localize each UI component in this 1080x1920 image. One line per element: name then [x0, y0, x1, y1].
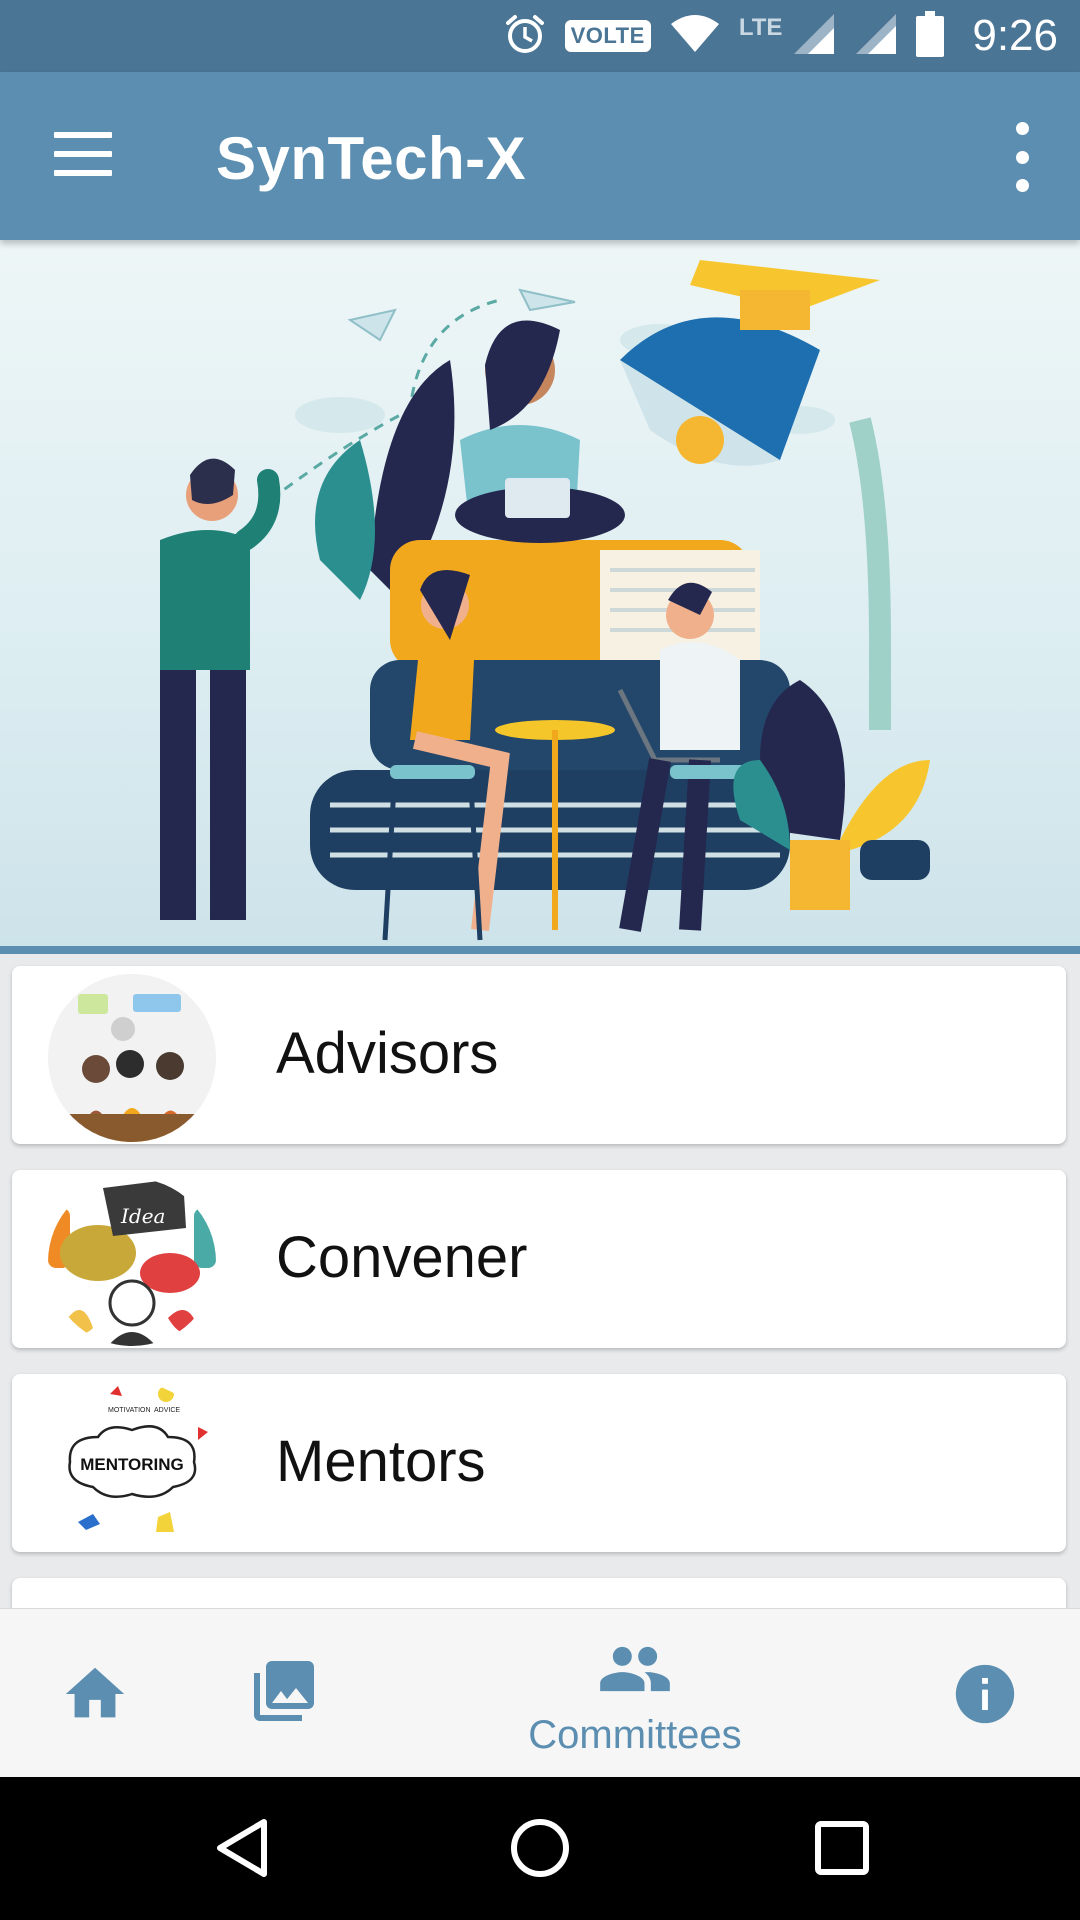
committee-label: Advisors — [276, 1021, 499, 1086]
committee-label: Mentors — [276, 1429, 486, 1494]
committee-card-convener[interactable]: Idea Convener — [12, 1170, 1066, 1348]
mentoring-text: MENTORING — [80, 1455, 184, 1474]
recents-icon[interactable] — [812, 1818, 872, 1878]
signal-icon — [792, 12, 836, 61]
nav-gallery[interactable] — [248, 1655, 320, 1727]
idea-text: Idea — [120, 1204, 165, 1228]
signal-icon-2 — [854, 12, 898, 61]
hamburger-menu-icon[interactable] — [54, 132, 112, 176]
nav-home[interactable] — [60, 1659, 130, 1729]
committee-label: Convener — [276, 1225, 528, 1290]
mentoring-illustration: MENTORING MOTIVATION ADVICE — [48, 1382, 216, 1550]
home-icon — [65, 1667, 125, 1718]
hero-banner — [0, 240, 1080, 954]
volte-badge: VOLTE — [564, 20, 651, 52]
status-bar: VOLTE LTE 9:26 — [0, 0, 1080, 72]
back-icon[interactable] — [210, 1816, 274, 1880]
alarm-icon — [503, 12, 547, 61]
nav-info[interactable] — [950, 1659, 1020, 1729]
motivation-text: MOTIVATION — [108, 1407, 151, 1414]
audience-illustration — [48, 974, 216, 1142]
info-icon — [955, 1664, 1015, 1724]
system-navigation-bar — [0, 1776, 1080, 1920]
advice-text: ADVICE — [154, 1407, 180, 1414]
status-time: 9:26 — [972, 11, 1058, 60]
network-type-label: LTE — [738, 14, 783, 41]
gallery-icon — [254, 1661, 314, 1721]
nav-committees-label: Committees — [528, 1713, 742, 1757]
status-icons: VOLTE LTE 9:26 — [503, 0, 1058, 72]
home-circle-icon[interactable] — [508, 1816, 572, 1880]
app-bar: SynTech-X — [0, 72, 1080, 240]
battery-icon — [916, 10, 945, 62]
committee-card-mentors[interactable]: MENTORING MOTIVATION ADVICE Mentors — [12, 1374, 1066, 1552]
committee-card-advisors[interactable]: Advisors — [12, 966, 1066, 1144]
app-title: SynTech-X — [216, 125, 527, 192]
idea-speech-bubbles-illustration: Idea — [48, 1178, 216, 1346]
bottom-navigation: Committees — [0, 1608, 1080, 1777]
nav-committees[interactable]: Committees — [500, 1631, 770, 1761]
education-illustration — [160, 260, 930, 941]
wifi-icon — [669, 14, 721, 59]
more-vertical-icon[interactable] — [1002, 122, 1042, 192]
people-icon — [600, 1646, 670, 1692]
